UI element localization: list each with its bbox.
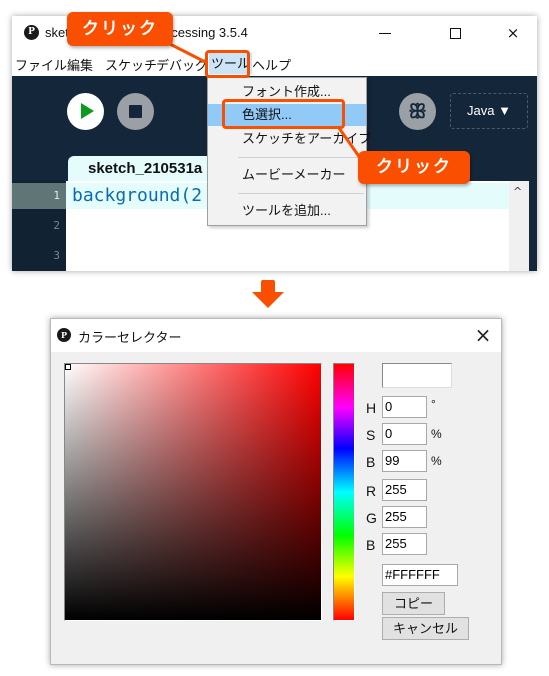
line-number: 2 — [53, 219, 60, 232]
close-button[interactable]: × — [490, 16, 536, 50]
color-selector-dialog: P カラーセレクター × H 0 ° S 0 % B 99 % R 255 G … — [50, 318, 502, 665]
menu-file[interactable]: ファイル — [15, 55, 67, 74]
saturation-label: S — [366, 427, 376, 443]
stop-button[interactable] — [117, 93, 154, 130]
blue-label: B — [366, 537, 376, 553]
menu-sketch[interactable]: スケッチ — [105, 55, 157, 74]
color-preview-swatch — [382, 363, 452, 388]
saturation-input[interactable]: 0 — [382, 423, 427, 445]
run-button[interactable] — [67, 93, 104, 130]
highlight-box-tools — [205, 50, 250, 78]
processing-logo-icon: P — [57, 328, 71, 342]
cancel-button[interactable]: キャンセル — [382, 617, 469, 640]
hex-input[interactable]: #FFFFFF — [382, 564, 458, 586]
hue-unit: ° — [431, 397, 436, 411]
hue-label: H — [366, 400, 377, 416]
color-picker-cursor[interactable] — [65, 364, 71, 370]
highlight-box-color-selector — [222, 99, 345, 129]
brightness-unit: % — [431, 454, 442, 468]
menu-separator — [238, 193, 364, 194]
dialog-title: カラーセレクター — [78, 330, 182, 345]
green-label: G — [366, 510, 377, 526]
green-input[interactable]: 255 — [382, 506, 427, 528]
processing-logo-icon: P — [24, 25, 39, 40]
hue-slider[interactable] — [333, 363, 355, 621]
scroll-up-icon[interactable]: ^ — [513, 185, 522, 198]
close-icon: × — [474, 323, 492, 347]
mode-select[interactable]: Java ▼ — [450, 93, 528, 129]
brightness-label: B — [366, 454, 376, 470]
dialog-title-bar: P カラーセレクター × — [51, 319, 501, 352]
brightness-input[interactable]: 99 — [382, 450, 427, 472]
click-callout: クリック — [67, 12, 173, 46]
menu-separator — [238, 157, 364, 158]
red-input[interactable]: 255 — [382, 479, 427, 501]
editor-edge — [529, 181, 537, 271]
saturation-unit: % — [431, 427, 442, 441]
blue-input[interactable]: 255 — [382, 533, 427, 555]
red-label: R — [366, 483, 377, 499]
hue-input[interactable]: 0 — [382, 396, 427, 418]
saturation-brightness-field[interactable] — [64, 363, 322, 621]
close-icon: × — [506, 24, 520, 42]
line-number: 1 — [53, 189, 60, 202]
menu-help[interactable]: ヘルプ — [252, 55, 291, 74]
maximize-icon — [449, 28, 461, 39]
stop-icon — [129, 105, 142, 118]
debugger-button[interactable]: ꕥ — [399, 93, 436, 130]
menu-item-movie-maker[interactable]: ムービーメーカー — [208, 164, 366, 186]
maximize-button[interactable] — [432, 16, 478, 50]
minimize-icon — [379, 33, 391, 34]
copy-button[interactable]: コピー — [382, 592, 445, 615]
menu-bar: ファイル 編集 スケッチ デバッグ ツール ヘルプ — [12, 50, 537, 76]
butterfly-icon: ꕥ — [408, 99, 427, 123]
play-icon — [81, 103, 94, 119]
line-number: 3 — [53, 249, 60, 262]
click-callout: クリック — [358, 151, 470, 184]
line-gutter: 1 2 3 — [12, 181, 66, 271]
minimize-button[interactable] — [362, 16, 408, 50]
down-arrow-icon — [252, 280, 284, 312]
vertical-scrollbar[interactable]: ^ — [509, 181, 529, 271]
menu-edit[interactable]: 編集 — [67, 55, 93, 74]
dialog-close-button[interactable]: × — [469, 323, 497, 347]
code-line[interactable]: background(2 — [72, 185, 202, 206]
menu-item-add-tool[interactable]: ツールを追加... — [208, 200, 366, 222]
